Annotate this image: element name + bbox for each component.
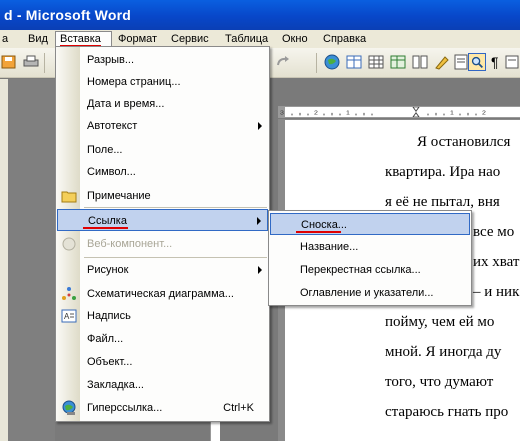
menu-view[interactable]: Вид xyxy=(24,31,52,47)
doc-line: пойму, чем ей мо xyxy=(385,314,495,330)
menu-item-date-time[interactable]: Дата и время... xyxy=(57,93,268,115)
submenu-item-caption[interactable]: Название... xyxy=(270,236,470,258)
insert-table-icon[interactable] xyxy=(367,53,385,71)
highlight-underline xyxy=(83,227,128,229)
menu-table[interactable]: Таблица xyxy=(221,31,272,47)
reference-submenu: Сноска... Название... Перекрестная ссылк… xyxy=(268,210,472,306)
doc-line: все мо xyxy=(473,224,515,240)
menu-item-file[interactable]: Файл... xyxy=(57,328,268,350)
menu-item-comment[interactable]: Примечание xyxy=(57,185,268,207)
title-bar: d - Microsoft Word xyxy=(0,0,520,30)
doc-line: Я остановился xyxy=(417,134,511,150)
doc-line: их хват xyxy=(473,254,520,270)
menu-item-hyperlink[interactable]: Гиперссылка... Ctrl+K xyxy=(57,397,268,419)
menu-item-autotext[interactable]: Автотекст xyxy=(57,115,268,137)
svg-text:2: 2 xyxy=(314,110,318,116)
svg-text:1: 1 xyxy=(450,110,454,116)
menu-item-field[interactable]: Поле... xyxy=(57,139,268,161)
tables-borders-icon[interactable] xyxy=(345,53,363,71)
submenu-item-index-tables[interactable]: Оглавление и указатели... xyxy=(270,282,470,304)
diagram-icon xyxy=(62,287,76,300)
redo-icon[interactable] xyxy=(274,53,292,71)
doc-line: стараюсь гнать про xyxy=(385,404,509,420)
menu-tools[interactable]: Сервис xyxy=(167,31,213,47)
menu-item-picture[interactable]: Рисунок xyxy=(57,259,268,281)
web-component-icon xyxy=(62,237,76,251)
menu-insert[interactable]: Вставка xyxy=(55,31,112,47)
shortcut-ctrl-k: Ctrl+K xyxy=(223,402,254,414)
doc-line: того, что думают xyxy=(385,374,494,390)
drawing-icon[interactable] xyxy=(433,53,451,71)
insert-menu: Разрыв... Номера страниц... Дата и время… xyxy=(55,46,270,422)
print-layout-icon[interactable] xyxy=(503,53,520,71)
hyperlink-icon xyxy=(62,400,76,415)
submenu-item-cross-reference[interactable]: Перекрестная ссылка... xyxy=(270,259,470,281)
doc-line: мной. Я иногда ду xyxy=(385,344,502,360)
menu-window[interactable]: Окно xyxy=(278,31,312,47)
doc-line: я её не пытал, вня xyxy=(385,194,500,210)
doc-line: квартира. Ира нао xyxy=(385,164,501,180)
highlight-underline xyxy=(296,231,341,233)
horizontal-ruler[interactable]: 3 2 1 1 2 xyxy=(278,106,520,118)
menu-format[interactable]: Формат xyxy=(114,31,161,47)
save-icon[interactable] xyxy=(0,53,18,71)
svg-text:3: 3 xyxy=(280,110,284,116)
submenu-arrow-icon xyxy=(257,217,261,225)
show-formatting-icon[interactable]: ¶ xyxy=(491,54,499,70)
vertical-ruler-left xyxy=(0,79,8,441)
zoom-preview-icon[interactable] xyxy=(468,53,486,71)
svg-text:2: 2 xyxy=(482,110,486,116)
insert-excel-icon[interactable] xyxy=(389,53,407,71)
menu-item-web-component: Веб-компонент... xyxy=(57,233,268,255)
svg-text:A: A xyxy=(64,312,70,321)
text-box-icon: A xyxy=(61,309,77,323)
menu-item-break[interactable]: Разрыв... xyxy=(57,49,268,71)
print-icon[interactable] xyxy=(22,53,40,71)
menu-item-object[interactable]: Объект... xyxy=(57,351,268,373)
document-gutter xyxy=(0,79,55,441)
window-title: d - Microsoft Word xyxy=(4,7,131,23)
menu-edit[interactable]: а xyxy=(0,31,12,47)
menu-item-page-numbers[interactable]: Номера страниц... xyxy=(57,71,268,93)
comment-icon xyxy=(61,191,77,203)
menu-item-bookmark[interactable]: Закладка... xyxy=(57,374,268,396)
menu-item-diagram[interactable]: Схематическая диаграмма... xyxy=(57,283,268,305)
doc-line: – и ник xyxy=(473,284,520,300)
svg-text:1: 1 xyxy=(346,110,350,116)
menu-item-symbol[interactable]: Символ... xyxy=(57,161,268,183)
submenu-arrow-icon xyxy=(258,266,262,274)
hyperlink-globe-icon[interactable] xyxy=(323,53,341,71)
menu-item-text-box[interactable]: A Надпись xyxy=(57,305,268,327)
menu-help[interactable]: Справка xyxy=(319,31,370,47)
columns-icon[interactable] xyxy=(411,53,429,71)
submenu-arrow-icon xyxy=(258,122,262,130)
